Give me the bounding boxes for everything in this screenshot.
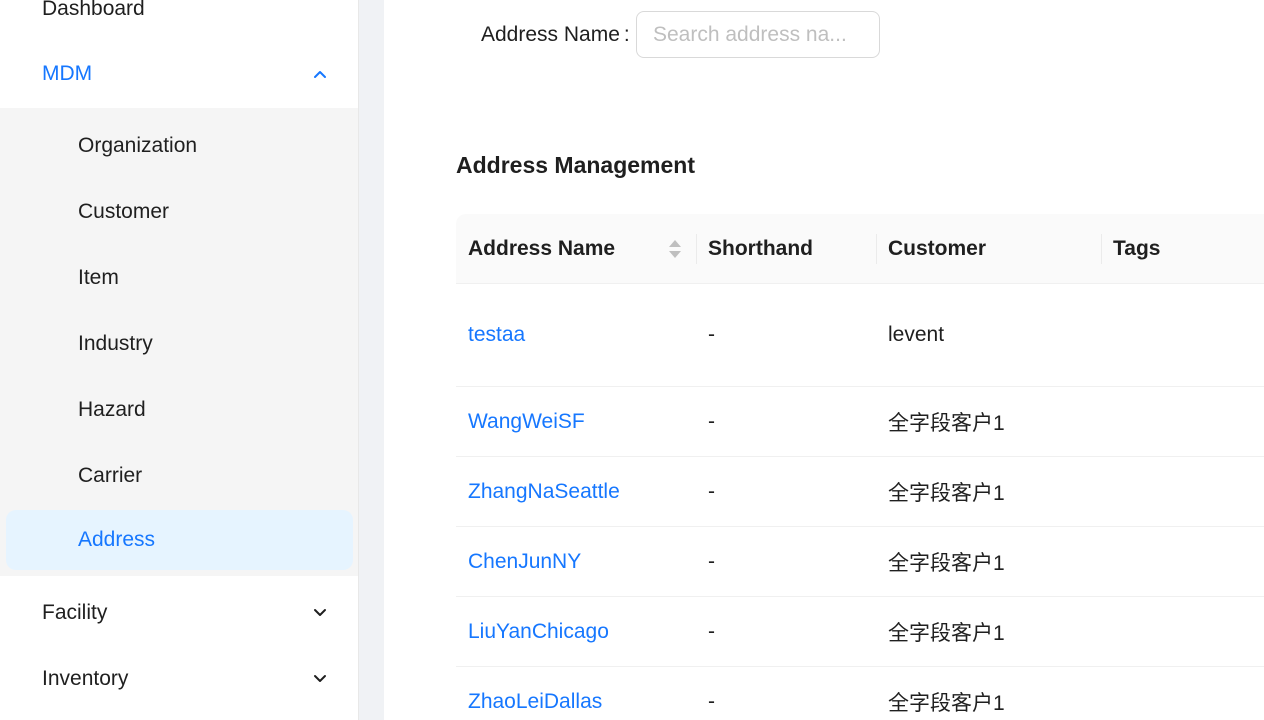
- tags-cell: [1101, 457, 1113, 526]
- shorthand-cell: -: [708, 619, 715, 643]
- shorthand-cell: -: [708, 323, 715, 346]
- column-header-shorthand: Shorthand: [696, 214, 876, 284]
- address-name-link[interactable]: ZhaoLeiDallas: [456, 667, 602, 720]
- sidebar-item-label: Dashboard: [42, 0, 145, 20]
- sidebar-item-dashboard[interactable]: Dashboard: [0, 0, 358, 42]
- column-header-label: Shorthand: [708, 237, 813, 260]
- address-name-search-input[interactable]: [636, 11, 880, 58]
- sidebar-item-label: Hazard: [78, 398, 146, 421]
- customer-cell: 全字段客户1: [888, 551, 1005, 575]
- tags-cell: [1101, 667, 1113, 720]
- address-name-link[interactable]: WangWeiSF: [456, 387, 585, 456]
- main-content: Address Name: Address Management Address…: [384, 0, 1264, 720]
- table-header: Address Name Shorthand Customer Tags: [456, 214, 1264, 284]
- customer-cell: 全字段客户1: [888, 481, 1005, 505]
- sidebar-item-label: Industry: [78, 332, 153, 355]
- mdm-submenu: Organization Customer Item Industry Haza…: [0, 108, 358, 576]
- customer-cell: 全字段客户1: [888, 411, 1005, 435]
- tags-cell: [1101, 387, 1113, 456]
- table-row: LiuYanChicago - 全字段客户1: [456, 597, 1264, 667]
- table-row: testaa - levent: [456, 284, 1264, 387]
- shorthand-cell: -: [708, 479, 715, 503]
- table-row: ZhaoLeiDallas - 全字段客户1: [456, 667, 1264, 720]
- address-name-link[interactable]: testaa: [456, 284, 525, 386]
- shorthand-cell: -: [708, 549, 715, 573]
- sidebar-item-organization[interactable]: Organization: [6, 116, 353, 176]
- sidebar-item-label: Item: [78, 266, 119, 289]
- tags-cell: [1101, 284, 1113, 386]
- sidebar-item-label: Customer: [78, 200, 170, 223]
- sidebar-item-carrier[interactable]: Carrier: [6, 446, 353, 506]
- sidebar-item-label: Address: [78, 528, 156, 551]
- shorthand-cell: -: [708, 409, 715, 433]
- tags-cell: [1101, 597, 1113, 666]
- sidebar: Dashboard MDM Organization Customer Item…: [0, 0, 359, 720]
- address-name-link[interactable]: ZhangNaSeattle: [456, 457, 620, 526]
- table-row: ChenJunNY - 全字段客户1: [456, 527, 1264, 597]
- sidebar-item-mdm[interactable]: MDM: [0, 41, 358, 107]
- address-name-link[interactable]: ChenJunNY: [456, 527, 581, 596]
- chevron-up-icon: [314, 71, 326, 78]
- sidebar-item-facility[interactable]: Facility: [0, 580, 358, 646]
- sidebar-item-label: Facility: [42, 601, 108, 624]
- filter-label-text: Address Name: [481, 23, 620, 46]
- column-header-tags: Tags: [1101, 214, 1264, 284]
- shorthand-cell: -: [708, 689, 715, 713]
- column-header-customer: Customer: [876, 214, 1101, 284]
- sidebar-item-inventory[interactable]: Inventory: [0, 646, 358, 712]
- table-row: WangWeiSF - 全字段客户1: [456, 387, 1264, 457]
- sidebar-item-hazard[interactable]: Hazard: [6, 380, 353, 440]
- sidebar-item-customer[interactable]: Customer: [6, 182, 353, 242]
- column-header-address-name[interactable]: Address Name: [456, 214, 696, 284]
- customer-cell: levent: [888, 323, 945, 346]
- sidebar-item-item[interactable]: Item: [6, 248, 353, 308]
- address-table: Address Name Shorthand Customer Tags tes…: [456, 214, 1264, 720]
- column-header-label: Address Name: [468, 237, 616, 260]
- sort-icon[interactable]: [668, 238, 682, 260]
- chevron-down-icon: [314, 609, 326, 616]
- chevron-down-icon: [314, 675, 326, 682]
- address-name-filter-label: Address Name:: [481, 23, 630, 47]
- sidebar-item-label: Inventory: [42, 667, 129, 690]
- address-name-link[interactable]: LiuYanChicago: [456, 597, 609, 666]
- customer-cell: 全字段客户1: [888, 621, 1005, 645]
- page-title: Address Management: [456, 152, 696, 178]
- sidebar-item-label: Organization: [78, 134, 198, 157]
- tags-cell: [1101, 527, 1113, 596]
- sidebar-item-address[interactable]: Address: [6, 510, 353, 570]
- customer-cell: 全字段客户1: [888, 691, 1005, 715]
- column-header-label: Tags: [1113, 237, 1161, 260]
- sidebar-item-label: MDM: [42, 62, 93, 85]
- sidebar-item-label: Carrier: [78, 464, 143, 487]
- filter-label-colon: :: [623, 23, 630, 46]
- table-row: ZhangNaSeattle - 全字段客户1: [456, 457, 1264, 527]
- sidebar-item-industry[interactable]: Industry: [6, 314, 353, 374]
- column-header-label: Customer: [888, 237, 987, 260]
